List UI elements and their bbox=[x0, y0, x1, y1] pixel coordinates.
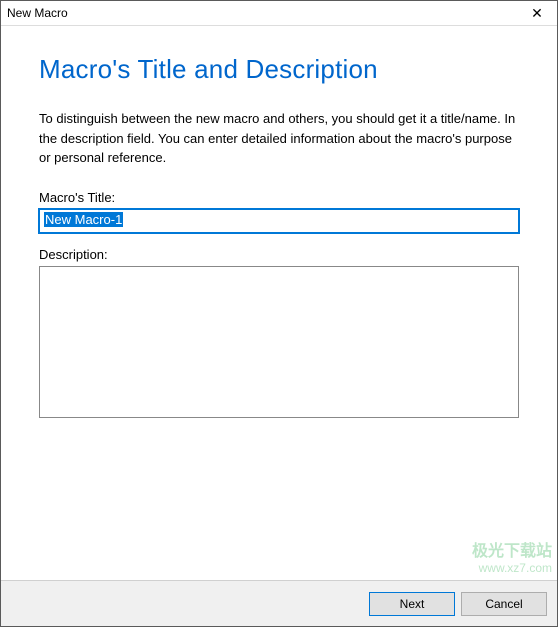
next-button[interactable]: Next bbox=[369, 592, 455, 616]
spacer bbox=[39, 418, 519, 581]
window-title: New Macro bbox=[7, 6, 68, 20]
description-label: Description: bbox=[39, 247, 519, 262]
page-heading: Macro's Title and Description bbox=[39, 54, 519, 85]
macro-title-input[interactable]: New Macro-1 bbox=[39, 209, 519, 233]
content-area: Macro's Title and Description To disting… bbox=[1, 26, 557, 580]
close-icon: ✕ bbox=[531, 5, 543, 22]
instruction-text: To distinguish between the new macro and… bbox=[39, 109, 519, 168]
titlebar: New Macro ✕ bbox=[1, 1, 557, 26]
button-bar: Next Cancel bbox=[1, 580, 557, 626]
cancel-button[interactable]: Cancel bbox=[461, 592, 547, 616]
close-button[interactable]: ✕ bbox=[517, 1, 557, 26]
dialog-window: New Macro ✕ Macro's Title and Descriptio… bbox=[0, 0, 558, 627]
description-textarea[interactable] bbox=[39, 266, 519, 418]
macro-title-value: New Macro-1 bbox=[44, 212, 123, 227]
title-label: Macro's Title: bbox=[39, 190, 519, 205]
